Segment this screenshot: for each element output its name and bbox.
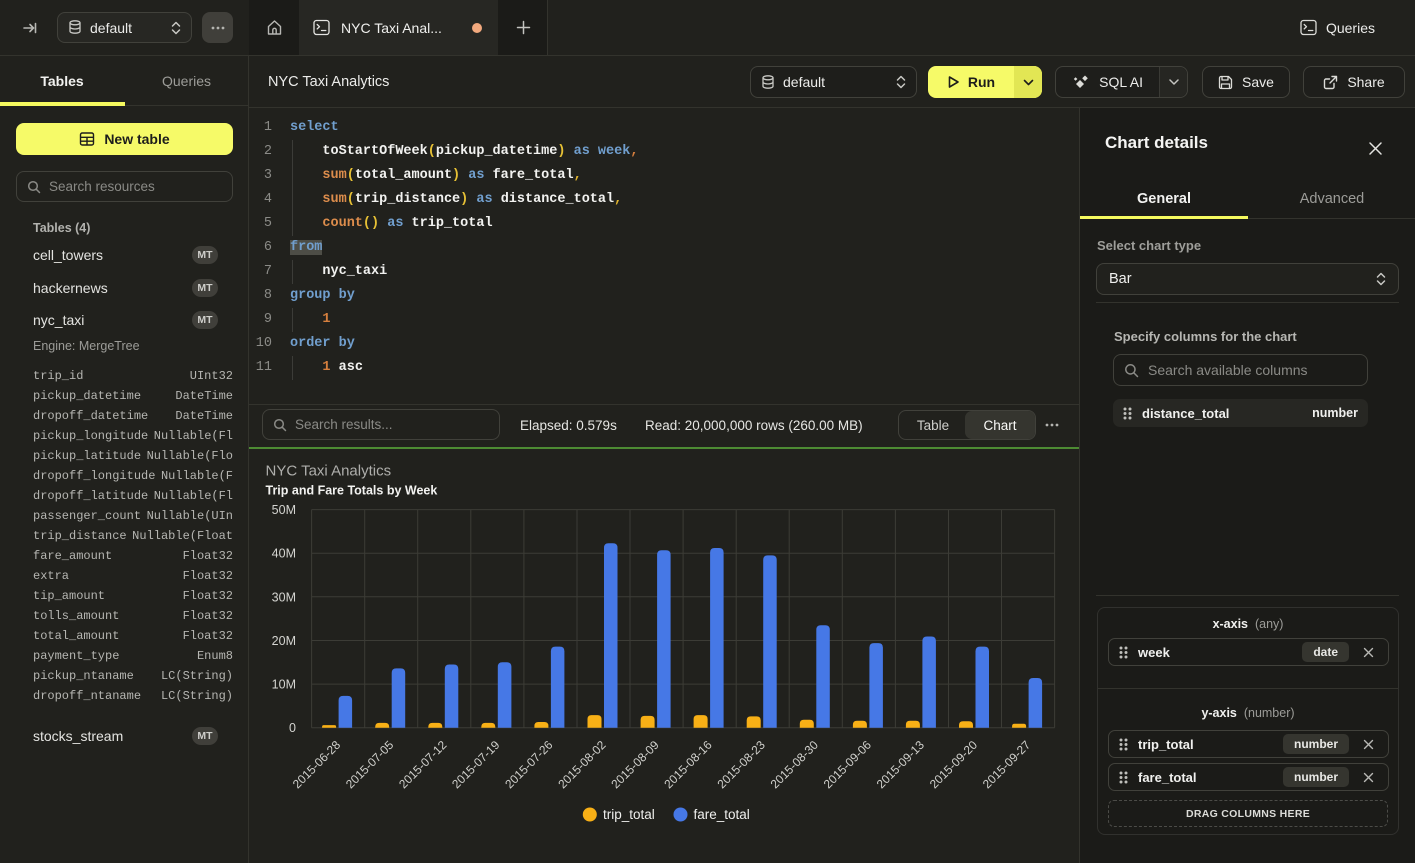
svg-text:2015-08-23: 2015-08-23 [715, 738, 769, 792]
svg-text:2015-09-27: 2015-09-27 [980, 738, 1034, 792]
svg-text:2015-08-30: 2015-08-30 [768, 738, 822, 792]
svg-text:40M: 40M [272, 547, 296, 561]
svg-text:0: 0 [289, 721, 296, 735]
svg-text:2015-06-28: 2015-06-28 [290, 738, 344, 792]
svg-text:10M: 10M [272, 678, 296, 692]
svg-text:2015-07-05: 2015-07-05 [343, 738, 397, 792]
svg-text:2015-07-19: 2015-07-19 [449, 738, 503, 792]
svg-text:fare_total: fare_total [694, 807, 750, 822]
svg-text:50M: 50M [272, 503, 296, 517]
svg-text:2015-09-20: 2015-09-20 [927, 738, 981, 792]
svg-text:2015-07-12: 2015-07-12 [396, 738, 450, 792]
svg-text:trip_total: trip_total [603, 807, 655, 822]
svg-text:2015-08-16: 2015-08-16 [661, 738, 715, 792]
svg-text:2015-09-13: 2015-09-13 [874, 738, 928, 792]
svg-text:30M: 30M [272, 590, 296, 604]
svg-text:20M: 20M [272, 634, 296, 648]
svg-text:NYC Taxi Analytics: NYC Taxi Analytics [266, 463, 392, 480]
svg-text:2015-08-09: 2015-08-09 [608, 738, 662, 792]
svg-text:2015-09-06: 2015-09-06 [821, 738, 875, 792]
svg-text:2015-07-26: 2015-07-26 [502, 738, 556, 792]
svg-text:2015-08-02: 2015-08-02 [555, 738, 609, 792]
svg-text:Trip and Fare Totals by Week: Trip and Fare Totals by Week [266, 484, 438, 498]
